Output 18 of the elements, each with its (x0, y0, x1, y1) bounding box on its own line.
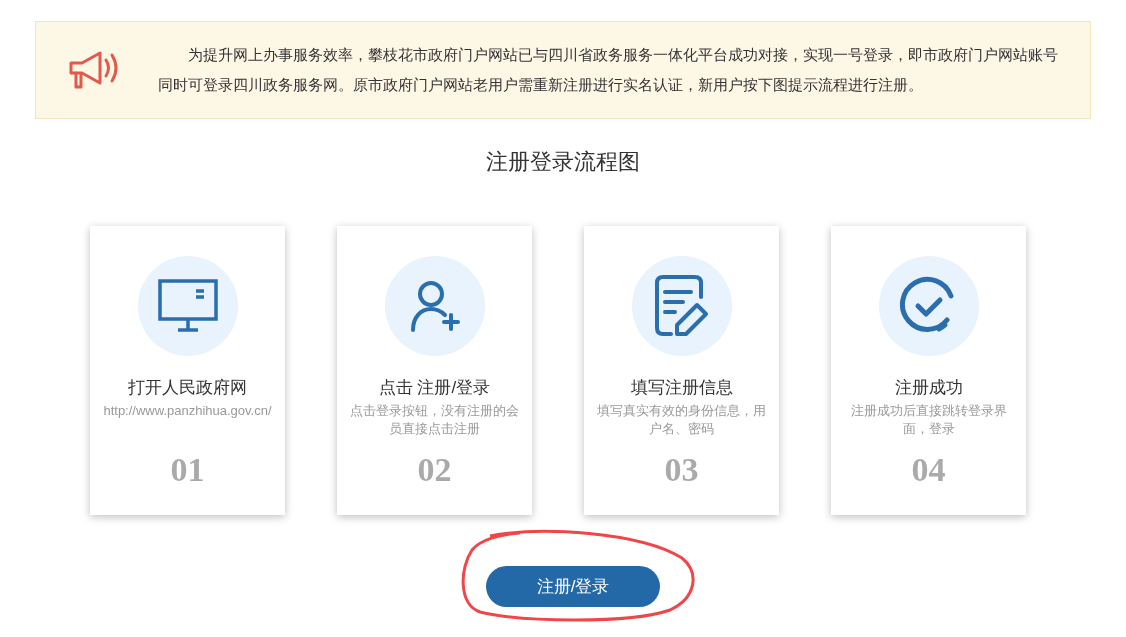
step-description: 注册成功后直接跳转登录界面，登录 (849, 402, 1008, 438)
monitor-icon (157, 279, 218, 333)
step-description: 点击登录按钮，没有注册的会员直接点击注册 (349, 402, 520, 438)
step-title: 打开人民政府网 (128, 377, 247, 399)
step-title: 点击 注册/登录 (378, 377, 491, 399)
flow-title: 注册登录流程图 (485, 148, 641, 176)
step-title: 注册成功 (894, 377, 963, 399)
step-number: 04 (911, 450, 946, 490)
step-description: 填写真实有效的身份信息，用户名、密码 (596, 402, 767, 438)
register-login-button[interactable]: 注册/登录 (486, 566, 660, 607)
step-title: 填写注册信息 (630, 377, 733, 399)
step-number: 02 (417, 450, 452, 490)
step-description: http://www.panzhihua.gov.cn/ (103, 402, 272, 420)
step-number: 01 (170, 450, 205, 490)
step-number: 03 (664, 450, 699, 490)
notice-text: 为提升网上办事服务效率，攀枝花市政府门户网站已与四川省政务服务一体化平台成功对接，实现一号登录，即市政府门户网站账号同时可登录四川政务服务网。原市政府门户网站老用户需重新注册进行实名认证，新用户按下图提示流程进行注册。 (158, 45, 1059, 95)
document-edit-icon (654, 275, 709, 337)
user-add-icon (408, 279, 461, 333)
